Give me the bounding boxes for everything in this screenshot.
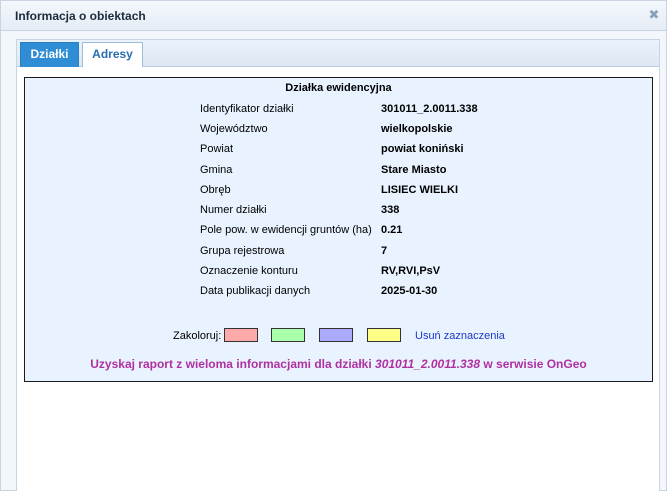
attribute-row: Grupa rejestrowa 7	[25, 245, 652, 261]
clear-selection-link[interactable]: Usuń zaznaczenia	[415, 330, 505, 342]
attribute-row: Data publikacji danych 2025-01-30	[25, 285, 652, 301]
attribute-row: Obręb LISIEC WIELKI	[25, 184, 652, 200]
attribute-value: 301011_2.0011.338	[381, 103, 478, 115]
ongeo-report-link[interactable]: Uzyskaj raport z wieloma informacjami dl…	[25, 357, 652, 371]
attribute-row: Powiat powiat koniński	[25, 143, 652, 159]
tab-content: Działka ewidencyjna Identyfikator działk…	[17, 67, 659, 491]
attribute-label: Powiat	[200, 143, 234, 155]
color-swatch-blue[interactable]	[319, 328, 353, 342]
attribute-value: RV,RVI,PsV	[381, 265, 441, 277]
attribute-value: wielkopolskie	[381, 123, 453, 135]
attribute-row: Pole pow. w ewidencji gruntów (ha) 0.21	[25, 224, 652, 240]
report-link-prefix: Uzyskaj raport z wieloma informacjami dl…	[90, 357, 376, 371]
parcel-info-box: Działka ewidencyjna Identyfikator działk…	[24, 77, 653, 382]
attribute-label: Województwo	[200, 123, 268, 135]
attribute-value: 2025-01-30	[381, 285, 438, 297]
attribute-label: Pole pow. w ewidencji gruntów (ha)	[200, 224, 372, 236]
attribute-value: 338	[381, 204, 400, 216]
color-label: Zakoloruj:	[173, 330, 222, 342]
attribute-label: Obręb	[200, 184, 231, 196]
window-titlebar[interactable]: Informacja o obiektach ✖	[1, 1, 666, 31]
color-swatch-yellow[interactable]	[367, 328, 401, 342]
attribute-value: 7	[381, 245, 388, 257]
attribute-value: LISIEC WIELKI	[381, 184, 458, 196]
attribute-label: Data publikacji danych	[200, 285, 311, 297]
color-picker-row: Zakoloruj: Usuń zaznaczenia	[25, 328, 652, 344]
close-icon[interactable]: ✖	[648, 8, 660, 22]
window-title: Informacja o obiektach	[15, 9, 146, 23]
attribute-value: 0.21	[381, 224, 403, 236]
attribute-label: Numer działki	[200, 204, 267, 216]
attribute-row: Województwo wielkopolskie	[25, 123, 652, 139]
color-swatch-red[interactable]	[224, 328, 258, 342]
tab-panel: Działki Adresy Działka ewidencyjna Ident…	[16, 39, 660, 491]
attribute-label: Identyfikator działki	[200, 103, 294, 115]
attribute-row: Oznaczenie konturu RV,RVI,PsV	[25, 265, 652, 281]
attribute-row: Numer działki 338	[25, 204, 652, 220]
tab-bar: Działki Adresy	[17, 40, 659, 67]
object-info-window: Informacja o obiektach ✖ Działki Adresy …	[0, 0, 667, 491]
color-swatch-green[interactable]	[271, 328, 305, 342]
attribute-row: Identyfikator działki 301011_2.0011.338	[25, 103, 652, 119]
report-link-suffix: w serwisie OnGeo	[480, 357, 587, 371]
attribute-value: powiat koniński	[381, 143, 464, 155]
attribute-value: Stare Miasto	[381, 164, 447, 176]
attribute-row: Gmina Stare Miasto	[25, 164, 652, 180]
tab-adresy[interactable]: Adresy	[82, 42, 143, 67]
attribute-label: Gmina	[200, 164, 233, 176]
report-link-parcel-id: 301011_2.0011.338	[375, 357, 481, 371]
attribute-label: Grupa rejestrowa	[200, 245, 285, 257]
parcel-heading: Działka ewidencyjna	[285, 82, 392, 94]
attribute-label: Oznaczenie konturu	[200, 265, 298, 277]
tab-dzialki[interactable]: Działki	[20, 42, 79, 67]
